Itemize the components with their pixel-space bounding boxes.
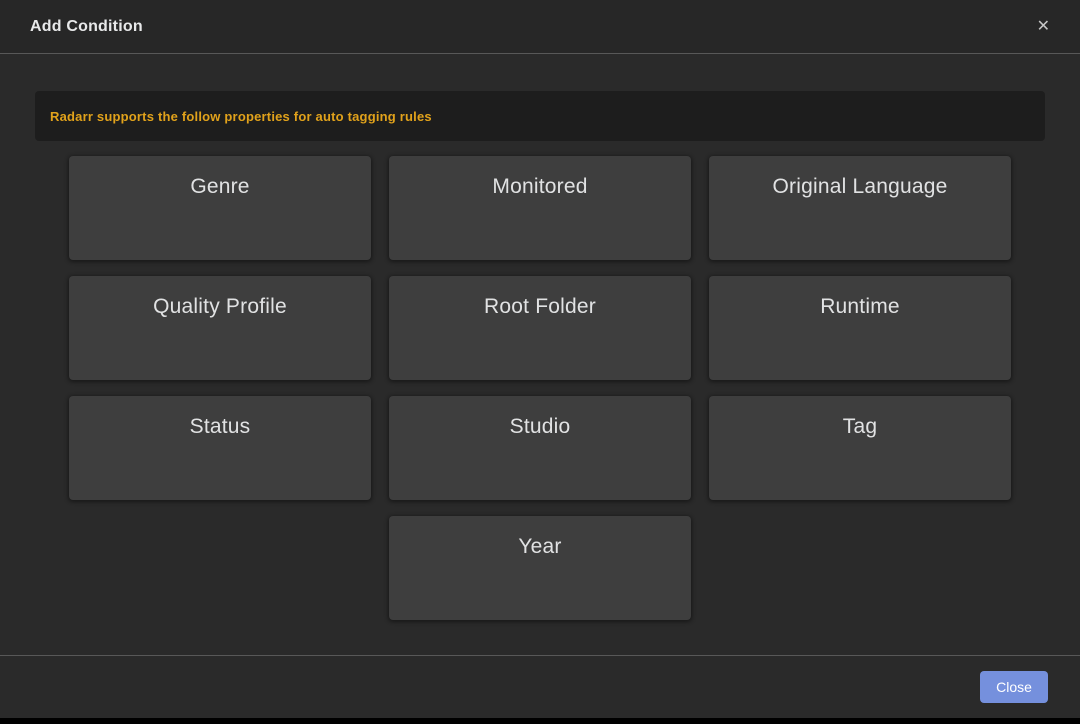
- add-condition-modal: Add Condition ✕ Radarr supports the foll…: [0, 0, 1080, 718]
- property-card[interactable]: Original Language: [709, 156, 1011, 260]
- property-card[interactable]: Runtime: [709, 276, 1011, 380]
- property-card[interactable]: Tag: [709, 396, 1011, 500]
- property-card[interactable]: Monitored: [389, 156, 691, 260]
- property-card-label: Studio: [389, 415, 691, 439]
- property-card-label: Status: [69, 415, 371, 439]
- property-card-grid: Genre Monitored Original Language Qualit…: [35, 156, 1045, 620]
- close-button[interactable]: Close: [980, 671, 1048, 703]
- close-icon[interactable]: ✕: [1031, 15, 1056, 39]
- modal-title: Add Condition: [30, 18, 143, 36]
- property-card-label: Runtime: [709, 295, 1011, 319]
- property-card[interactable]: Quality Profile: [69, 276, 371, 380]
- property-card-label: Quality Profile: [69, 295, 371, 319]
- property-card[interactable]: Year: [389, 516, 691, 620]
- property-card-label: Genre: [69, 175, 371, 199]
- property-card[interactable]: Genre: [69, 156, 371, 260]
- info-banner-text: Radarr supports the follow properties fo…: [50, 109, 432, 124]
- page-background: Add Condition ✕ Radarr supports the foll…: [0, 0, 1080, 724]
- modal-footer: Close: [0, 655, 1080, 718]
- property-card[interactable]: Status: [69, 396, 371, 500]
- property-card-label: Monitored: [389, 175, 691, 199]
- modal-header: Add Condition ✕: [0, 0, 1080, 54]
- property-card-label: Root Folder: [389, 295, 691, 319]
- property-card-label: Original Language: [709, 175, 1011, 199]
- property-card-label: Tag: [709, 415, 1011, 439]
- info-banner: Radarr supports the follow properties fo…: [35, 91, 1045, 141]
- property-card[interactable]: Root Folder: [389, 276, 691, 380]
- property-card[interactable]: Studio: [389, 396, 691, 500]
- property-card-label: Year: [389, 535, 691, 559]
- modal-body: Radarr supports the follow properties fo…: [0, 54, 1080, 655]
